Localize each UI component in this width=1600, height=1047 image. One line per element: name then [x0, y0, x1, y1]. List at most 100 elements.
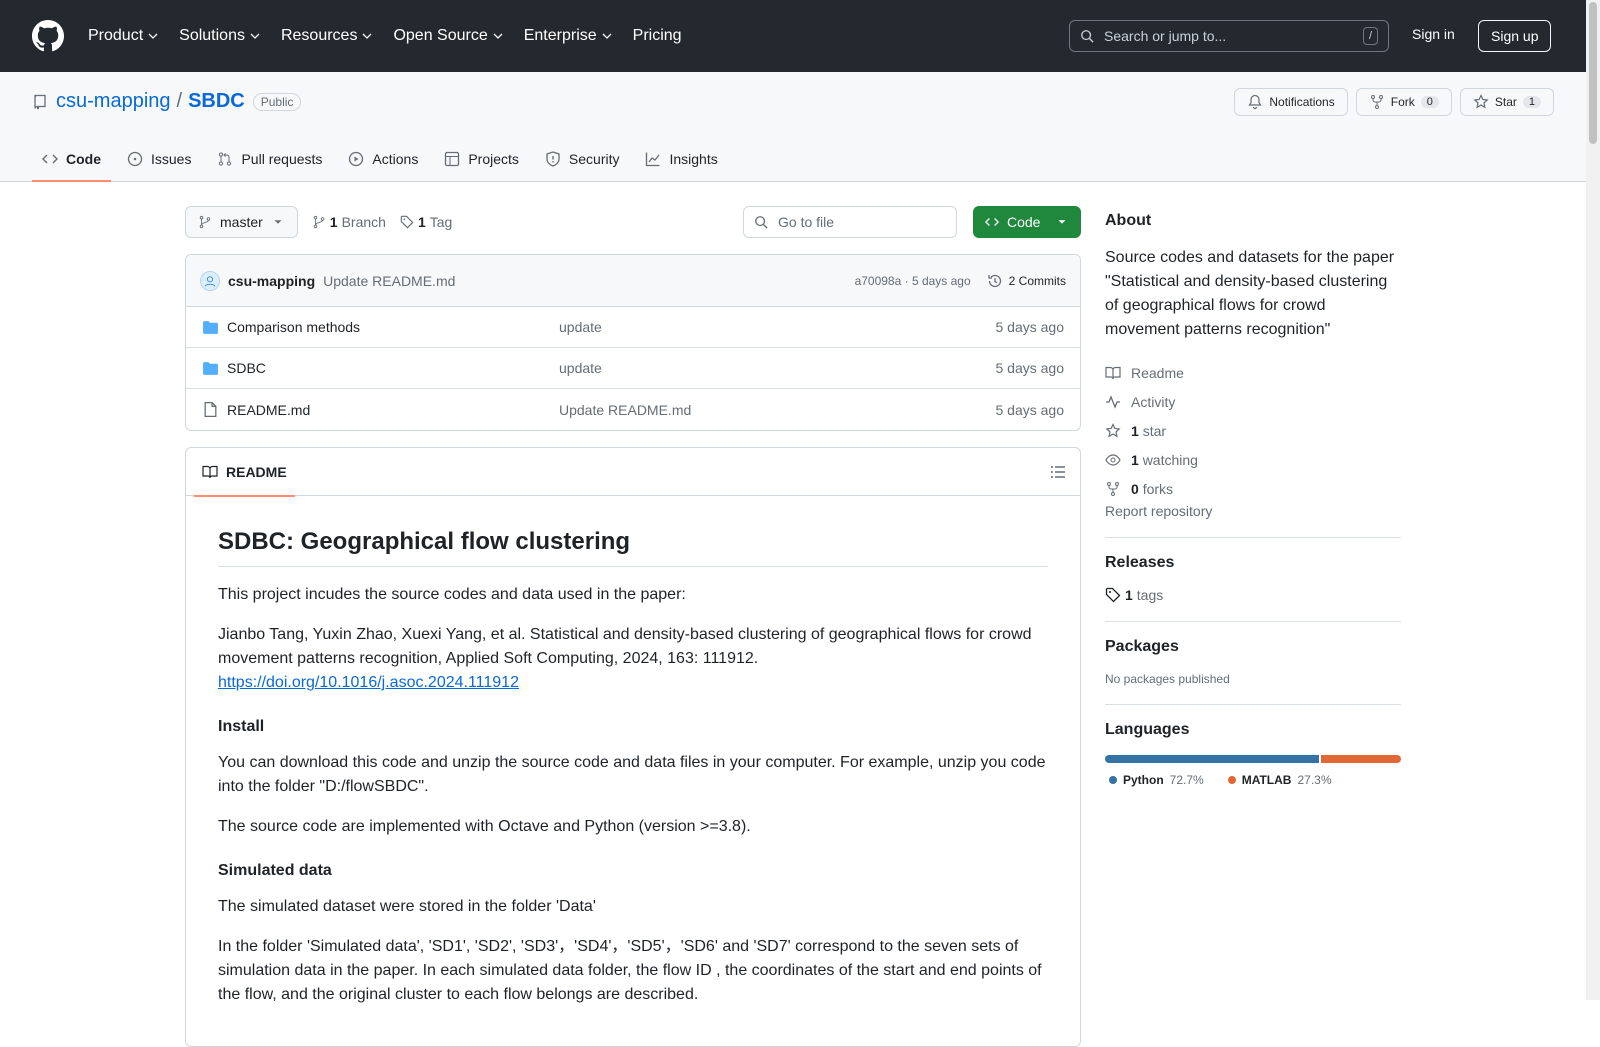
eye-icon [1105, 453, 1121, 466]
chevron-down-icon [493, 33, 503, 39]
notifications-button[interactable]: Notifications [1234, 88, 1348, 116]
readme-tab[interactable]: README [194, 448, 295, 497]
code-dropdown-button[interactable]: Code [973, 206, 1081, 238]
nav-pricing[interactable]: Pricing [633, 27, 682, 45]
tags-label: tags [1136, 586, 1164, 603]
tab-issues[interactable]: Issues [117, 151, 201, 181]
branch-icon [313, 215, 325, 229]
tab-code[interactable]: Code [32, 151, 111, 182]
sign-up-button[interactable]: Sign up [1478, 20, 1552, 52]
nav-open-source-label: Open Source [393, 27, 488, 44]
tab-insights[interactable]: Insights [635, 151, 727, 181]
tag-count: 1 [417, 214, 426, 230]
packages-empty-text: No packages published [1105, 672, 1230, 686]
report-repository-link[interactable]: Report repository [1105, 503, 1212, 519]
language-matlab[interactable]: MATLAB 27.3% [1227, 773, 1332, 787]
sign-in-link[interactable]: Sign in [1412, 26, 1455, 42]
tag-label: Tag [429, 214, 453, 230]
scrollbar-thumb[interactable] [1589, 2, 1597, 144]
languages-title: Languages [1105, 721, 1190, 738]
packages-title[interactable]: Packages [1105, 638, 1401, 656]
branch-selector[interactable]: master [185, 206, 298, 238]
forks-link[interactable]: 0 forks [1105, 474, 1401, 503]
branch-label: Branch [341, 214, 386, 230]
page-scrollbar[interactable] [1586, 0, 1600, 1000]
commits-link[interactable]: 2 Commits [987, 273, 1066, 289]
tab-actions[interactable]: Actions [338, 151, 428, 181]
language-bar [1105, 755, 1401, 763]
search-icon [1081, 30, 1094, 43]
branches-link[interactable]: 1 Branch [312, 214, 386, 230]
readme-panel: README SDBC: Geographical flow clusterin… [185, 447, 1081, 1047]
tag-icon [400, 215, 414, 229]
star-icon [1473, 94, 1489, 109]
language-name: Python [1123, 773, 1164, 787]
table-row[interactable]: README.md Update README.md 5 days ago [186, 389, 1080, 430]
readme-link[interactable]: Readme [1105, 358, 1401, 387]
commit-author[interactable]: csu-mapping [228, 273, 315, 289]
readme-header: README [186, 448, 1080, 497]
nav-product[interactable]: Product [88, 27, 159, 45]
nav-pricing-label: Pricing [632, 27, 682, 44]
fork-count: 0 [1420, 96, 1439, 108]
history-icon [988, 274, 1001, 287]
tags-link[interactable]: 1 tags [1105, 580, 1401, 609]
readme-paragraph: The simulated dataset were stored in the… [218, 898, 596, 915]
commit-hash-time[interactable]: a70098a · 5 days ago [855, 274, 971, 288]
table-row[interactable]: Comparison methods update 5 days ago [186, 307, 1080, 348]
watching-link[interactable]: 1 watching [1105, 445, 1401, 474]
go-to-file-input[interactable]: Go to file [743, 206, 957, 238]
sidebar: About Source codes and datasets for the … [1105, 206, 1401, 787]
tab-pull-requests[interactable]: Pull requests [207, 151, 332, 181]
fork-label: Fork [1390, 95, 1415, 109]
nav-open-source[interactable]: Open Source [393, 27, 503, 45]
file-name[interactable]: SDBC [227, 360, 559, 376]
commit-message[interactable]: Update README.md [323, 273, 455, 289]
tab-security[interactable]: Security [535, 151, 630, 181]
repo-owner-link[interactable]: csu-mapping [56, 90, 171, 113]
folder-icon [203, 320, 218, 334]
file-commit-message[interactable]: Update README.md [559, 402, 691, 418]
avatar[interactable] [200, 270, 220, 291]
bell-icon [1248, 94, 1262, 110]
divider [1105, 537, 1401, 538]
search-input[interactable]: Search or jump to... / [1069, 20, 1389, 52]
file-name[interactable]: README.md [227, 402, 559, 418]
tags-link[interactable]: 1 Tag [400, 214, 452, 230]
divider [1105, 621, 1401, 622]
file-date: 5 days ago [995, 401, 1065, 418]
file-commit-message[interactable]: update [559, 360, 602, 376]
tab-projects[interactable]: Projects [434, 151, 529, 181]
tab-insights-label: Insights [669, 151, 718, 167]
nav-solutions-label: Solutions [179, 27, 245, 44]
nav-enterprise[interactable]: Enterprise [524, 27, 613, 45]
nav-resources[interactable]: Resources [281, 27, 373, 45]
repo-separator: / [176, 90, 183, 112]
github-logo-icon[interactable] [32, 20, 64, 52]
file-name[interactable]: Comparison methods [227, 319, 559, 335]
repo-name-link[interactable]: SBDC [188, 90, 245, 113]
readme-paragraph: This project incudes the source codes an… [218, 586, 686, 603]
file-commit-message[interactable]: update [559, 319, 602, 335]
graph-icon [646, 152, 660, 167]
nav-solutions[interactable]: Solutions [179, 27, 261, 45]
watching-label: watching [1142, 451, 1198, 468]
releases-title[interactable]: Releases [1105, 554, 1401, 572]
list-unordered-icon[interactable] [1050, 464, 1066, 480]
table-row[interactable]: SDBC update 5 days ago [186, 348, 1080, 389]
top-nav: Product Solutions Resources Open Source … [88, 27, 702, 45]
activity-link[interactable]: Activity [1105, 387, 1401, 416]
fork-button[interactable]: Fork 0 [1355, 88, 1452, 116]
code-icon [42, 154, 58, 164]
forks-count: 0 [1131, 480, 1139, 497]
repo-title: csu-mapping / SBDC Public [32, 90, 302, 113]
language-python[interactable]: Python 72.7% [1109, 773, 1204, 787]
language-bar-matlab [1320, 755, 1401, 763]
tab-actions-label: Actions [372, 151, 419, 167]
star-button[interactable]: Star 1 [1459, 88, 1554, 116]
stars-link[interactable]: 1 star [1105, 416, 1401, 445]
stars-count: 1 [1131, 422, 1139, 439]
doi-link[interactable]: https://doi.org/10.1016/j.asoc.2024.1119… [218, 674, 519, 691]
language-percent: 72.7% [1169, 773, 1204, 787]
search-shortcut-key: / [1362, 27, 1378, 45]
